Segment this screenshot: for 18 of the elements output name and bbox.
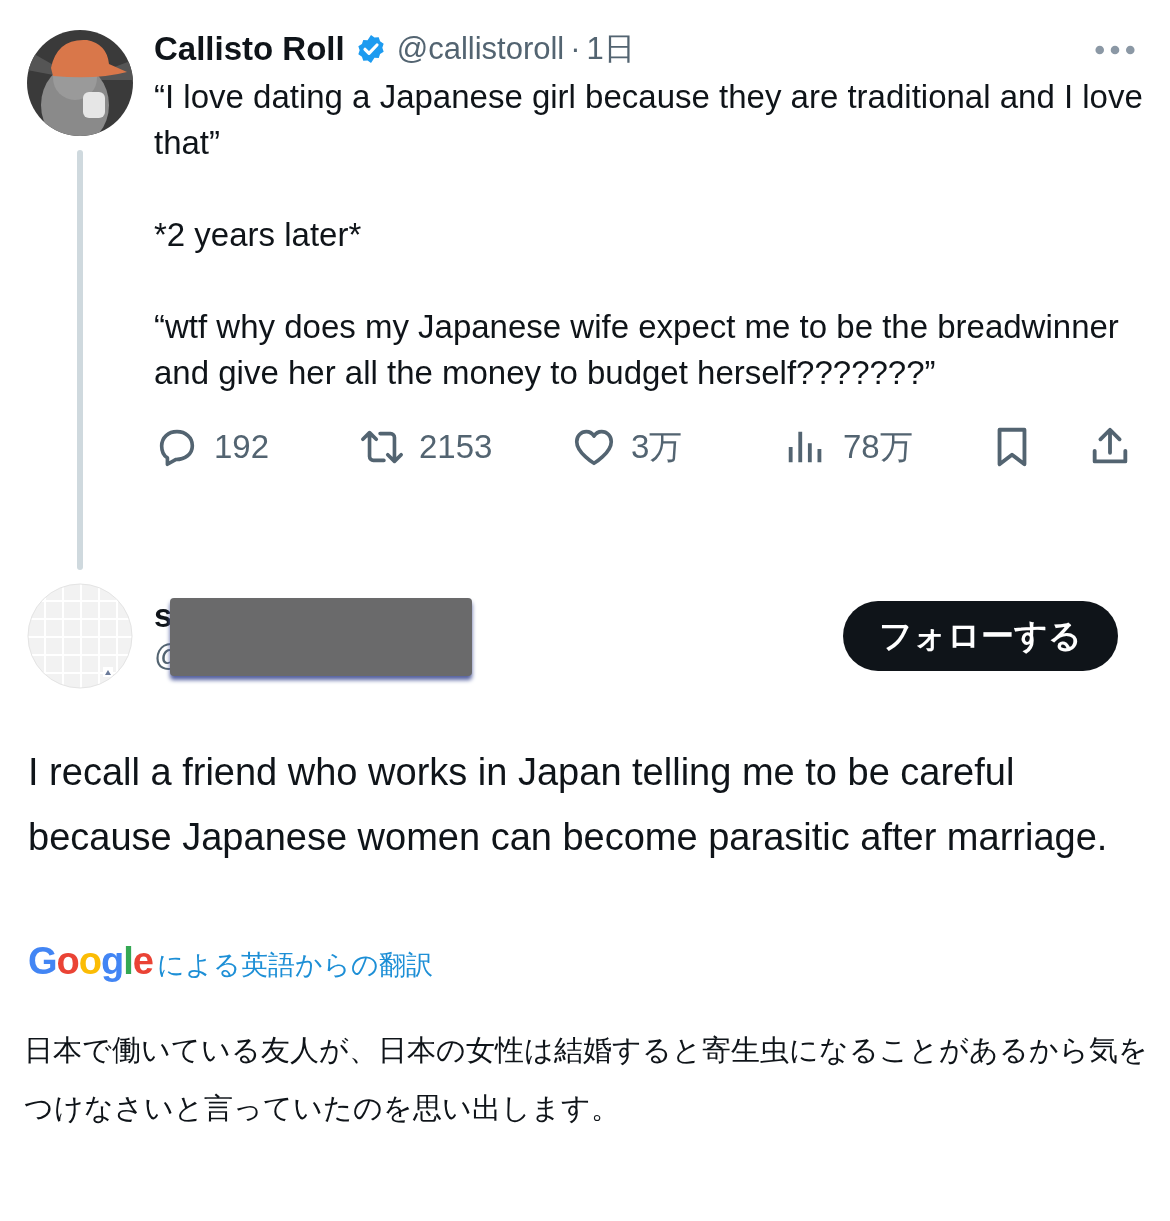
action-count: 2153 — [419, 428, 493, 466]
post-text: *2 years later* — [154, 215, 363, 255]
separator-dot: · — [570, 31, 581, 67]
action-count: 3万 — [631, 426, 683, 467]
translation-label[interactable]: による英語からの翻訳 — [156, 947, 433, 983]
post-time[interactable]: 1日 — [586, 28, 635, 70]
google-logo: Google — [28, 940, 153, 983]
action-count: 192 — [214, 428, 270, 466]
author-name[interactable]: s — [154, 596, 843, 636]
author-name[interactable]: Callisto Roll — [154, 30, 345, 68]
post-text: “I love dating a Japanese girl because they are traditional and I love that” — [154, 77, 1144, 163]
post-text: “wtf why does my Japanese wife expect me to be the breadwinner and give her all the money to budget herself???????” — [154, 307, 1120, 393]
reply-text: I recall a friend who works in Japan telling me to be careful because Japanese women can become parasitic after marriage. — [28, 750, 1109, 860]
author-handle[interactable]: @callistoroll — [396, 31, 565, 67]
translated-text: 日本で働いている友人が、日本の女性は結婚すると寄生虫になることがあるから気をつけなさいと言っていたのを思い出します。 — [24, 1033, 1149, 1126]
more-icon[interactable] — [1094, 44, 1136, 56]
follow-button[interactable]: フォローする — [843, 601, 1118, 671]
action-count: 78万 — [843, 426, 913, 467]
